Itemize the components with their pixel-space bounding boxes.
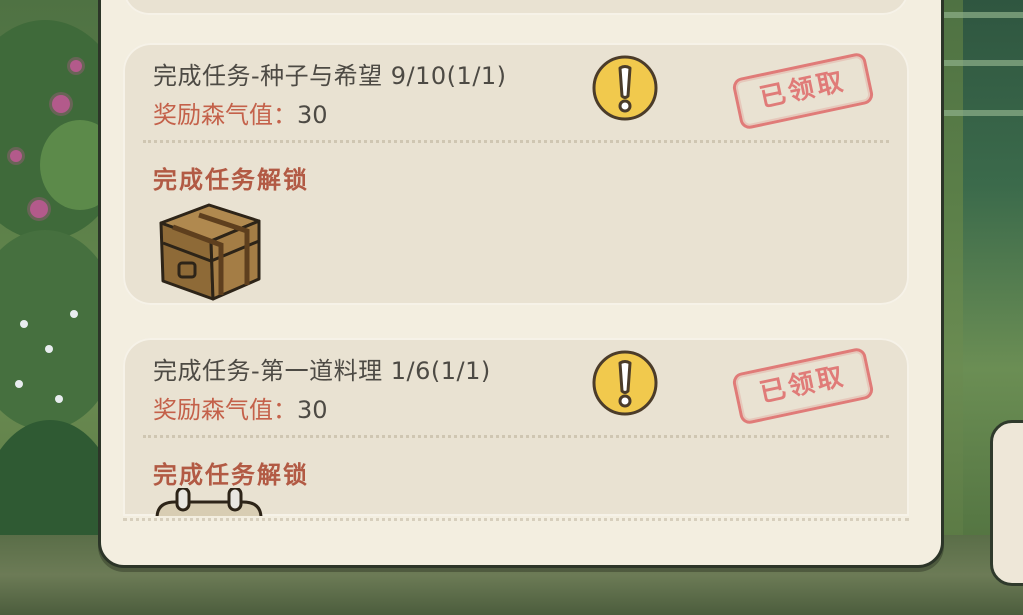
reward-value: 30 xyxy=(297,101,328,129)
claimed-stamp: 已领取 xyxy=(731,346,875,426)
reward-row: 奖励森气值：30 xyxy=(153,390,328,425)
list-bottom-divider xyxy=(123,518,909,525)
reward-row: 奖励森气值：30 xyxy=(153,95,328,130)
unlock-label: 完成任务解锁 xyxy=(153,166,309,194)
task-title: 完成任务-种子与希望 9/10(1/1) xyxy=(153,62,507,90)
adjacent-panel-edge xyxy=(990,420,1023,586)
reward-label: 奖励森气值： xyxy=(153,396,297,424)
reward-label: 奖励森气值： xyxy=(153,101,297,129)
task-card: 完成任务-第一道料理 1/6(1/1) 奖励森气值：30 已领取 完成任务解锁 xyxy=(123,338,909,516)
divider xyxy=(143,435,889,438)
task-card-previous xyxy=(123,0,909,15)
reward-value: 30 xyxy=(297,396,328,424)
unlock-label: 完成任务解锁 xyxy=(153,461,309,489)
task-list-panel: 完成任务-种子与希望 9/10(1/1) 奖励森气值：30 已领取 完成任务解锁… xyxy=(98,0,944,568)
pot-icon[interactable] xyxy=(151,488,267,516)
exclamation-icon[interactable] xyxy=(591,349,659,417)
task-title: 完成任务-第一道料理 1/6(1/1) xyxy=(153,357,491,385)
leather-chest-icon[interactable] xyxy=(151,193,267,305)
claimed-stamp: 已领取 xyxy=(731,51,875,131)
task-card: 完成任务-种子与希望 9/10(1/1) 奖励森气值：30 已领取 完成任务解锁 xyxy=(123,43,909,305)
exclamation-icon[interactable] xyxy=(591,54,659,122)
divider xyxy=(143,140,889,143)
